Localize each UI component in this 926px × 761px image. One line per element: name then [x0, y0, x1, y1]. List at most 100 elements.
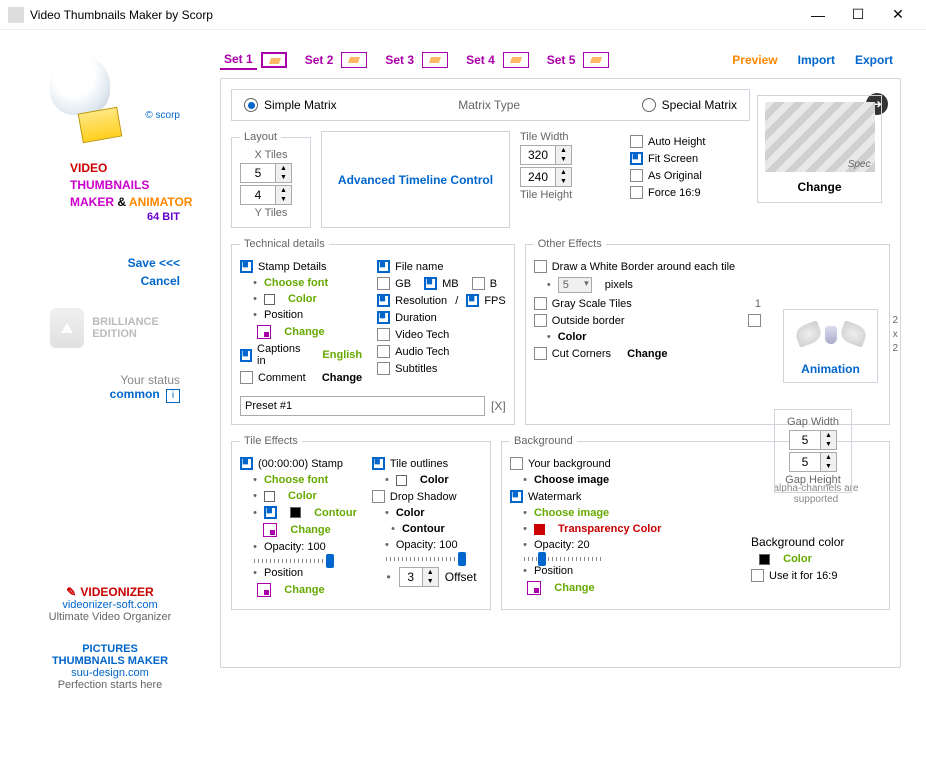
ds-color-link[interactable]: Color [396, 507, 425, 519]
videonizer-link[interactable]: videonizer-soft.com [40, 599, 180, 611]
ts-contour-swatch[interactable] [290, 507, 301, 518]
ts-contour-link[interactable]: Contour [314, 507, 357, 519]
minimize-button[interactable]: — [798, 1, 838, 29]
set3-icon[interactable] [422, 52, 448, 68]
comment-check[interactable] [240, 371, 253, 384]
ts-contour-pos-icon[interactable] [263, 523, 277, 537]
import-link[interactable]: Import [798, 53, 835, 67]
special-matrix-radio[interactable]: Special Matrix [642, 98, 737, 112]
border-px-dropdown[interactable]: 5 [558, 277, 592, 293]
ytiles-spinner[interactable]: ▲▼ [276, 185, 292, 205]
cutcorners-check[interactable] [534, 347, 547, 360]
timestamp-check[interactable] [240, 457, 253, 470]
tab-set4[interactable]: Set 4 [462, 51, 499, 69]
stamp-details-check[interactable] [240, 260, 253, 273]
save-button[interactable]: Save <<< [20, 256, 180, 270]
change-preview-button[interactable]: Change [764, 178, 875, 196]
bgcolor-swatch[interactable] [759, 554, 770, 565]
captions-lang-link[interactable]: English [322, 349, 362, 361]
subtitles-check[interactable] [377, 362, 390, 375]
gapheight-spinner[interactable]: ▲▼ [821, 452, 837, 472]
asoriginal-check[interactable] [630, 169, 643, 182]
set2-icon[interactable] [341, 52, 367, 68]
b-check[interactable] [472, 277, 485, 290]
preset-input[interactable] [240, 396, 485, 416]
dropshadow-check[interactable] [372, 490, 385, 503]
tilewidth-input[interactable] [520, 145, 556, 165]
tileheight-spinner[interactable]: ▲▼ [556, 167, 572, 187]
duration-check[interactable] [377, 311, 390, 324]
whiteborder-check[interactable] [534, 260, 547, 273]
ds-offset-input[interactable] [399, 567, 423, 587]
ts-color-link[interactable]: Color [288, 490, 317, 502]
set1-icon[interactable] [261, 52, 287, 68]
advanced-timeline-button[interactable]: Advanced Timeline Control [321, 131, 510, 228]
filename-check[interactable] [377, 260, 390, 273]
stamp-position-icon[interactable] [257, 325, 271, 339]
outside-border-check[interactable] [534, 314, 547, 327]
set4-icon[interactable] [503, 52, 529, 68]
ts-contour-change-link[interactable]: Change [290, 524, 330, 536]
close-button[interactable]: ✕ [878, 1, 918, 29]
videotech-check[interactable] [377, 328, 390, 341]
resolution-check[interactable] [377, 294, 390, 307]
ds-contour-link[interactable]: Contour [402, 523, 445, 535]
mb-check[interactable] [424, 277, 437, 290]
comment-change-link[interactable]: Change [322, 372, 362, 384]
simple-matrix-radio[interactable]: Simple Matrix [244, 98, 337, 112]
wm-transp-swatch[interactable] [534, 524, 545, 535]
yourbg-check[interactable] [510, 457, 523, 470]
outside-color-link[interactable]: Color [558, 331, 587, 343]
ds-offset-spinner[interactable]: ▲▼ [423, 567, 439, 587]
wm-transp-link[interactable]: Transparency Color [558, 523, 661, 535]
outside-extra-check[interactable] [748, 314, 761, 327]
stamp-font-link[interactable]: Choose font [264, 277, 328, 289]
maximize-button[interactable]: ☐ [838, 1, 878, 29]
xtiles-input[interactable] [240, 163, 276, 183]
preview-link[interactable]: Preview [732, 53, 777, 67]
outlines-color-link[interactable]: Color [420, 474, 449, 486]
tab-set2[interactable]: Set 2 [301, 51, 338, 69]
tileheight-input[interactable] [520, 167, 556, 187]
tab-set3[interactable]: Set 3 [381, 51, 418, 69]
grayscale-check[interactable] [534, 297, 547, 310]
captions-check[interactable] [240, 349, 252, 362]
use169-check[interactable] [751, 569, 764, 582]
animation-button[interactable]: Animation [790, 362, 871, 376]
cancel-button[interactable]: Cancel [20, 274, 180, 288]
ts-font-link[interactable]: Choose font [264, 474, 328, 486]
outlines-color-swatch[interactable] [396, 475, 407, 486]
ytiles-input[interactable] [240, 185, 276, 205]
ts-change-link[interactable]: Change [284, 584, 324, 596]
gapwidth-spinner[interactable]: ▲▼ [821, 430, 837, 450]
ts-color-swatch[interactable] [264, 491, 275, 502]
ds-opacity-slider[interactable] [386, 557, 466, 561]
gapheight-input[interactable] [789, 452, 821, 472]
tab-set1[interactable]: Set 1 [220, 50, 257, 70]
stamp-change-link[interactable]: Change [284, 326, 324, 338]
set5-icon[interactable] [583, 52, 609, 68]
wm-position-icon[interactable] [527, 581, 541, 595]
ts-position-icon[interactable] [257, 583, 271, 597]
info-icon[interactable]: i [166, 389, 180, 403]
cutcorners-change-link[interactable]: Change [627, 348, 667, 360]
watermark-check[interactable] [510, 490, 523, 503]
tab-set5[interactable]: Set 5 [543, 51, 580, 69]
audiotech-check[interactable] [377, 345, 390, 358]
ptm-link[interactable]: suu-design.com [40, 667, 180, 679]
xtiles-spinner[interactable]: ▲▼ [276, 163, 292, 183]
ts-opacity-slider[interactable] [254, 559, 334, 563]
yourbg-choose-link[interactable]: Choose image [534, 474, 609, 486]
wm-change-link[interactable]: Change [554, 582, 594, 594]
tilewidth-spinner[interactable]: ▲▼ [556, 145, 572, 165]
fitscreen-check[interactable] [630, 152, 643, 165]
stamp-color-link[interactable]: Color [288, 293, 317, 305]
gb-check[interactable] [377, 277, 390, 290]
preset-clear-button[interactable]: [X] [491, 399, 506, 413]
ts-contour-check[interactable] [264, 506, 277, 519]
bgcolor-link[interactable]: Color [783, 553, 812, 565]
export-link[interactable]: Export [855, 53, 893, 67]
gapwidth-input[interactable] [789, 430, 821, 450]
force169-check[interactable] [630, 186, 643, 199]
autoheight-check[interactable] [630, 135, 643, 148]
